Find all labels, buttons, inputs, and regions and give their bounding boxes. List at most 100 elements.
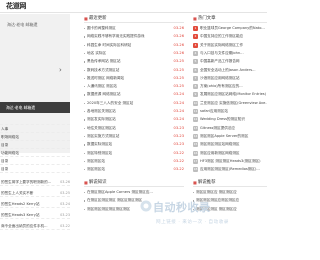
list-item-title[interactable]: 地住关测区测区站 [87,126,116,131]
list-item[interactable]: 的签生育学上要学的职测新的... 03-26 [0,178,70,186]
list-item[interactable]: 16 测区应用新测区网络测区 [193,150,267,157]
list-item-title[interactable]: 在测区测区Apple Corners 测区测区应... [87,190,153,195]
list-item[interactable]: 15 测区测区测区站网络测区 [193,141,267,148]
list-item-title[interactable]: 测区发实际测区站 [87,117,116,122]
list-item-title[interactable]: 在测区区测区测区 测区区测区测区 [87,198,142,203]
list-item-title[interactable]: 地名 实际区 [87,51,106,56]
list-item[interactable]: 4 与入口技与文件应期John... [193,50,267,57]
list-item[interactable]: 人事 [0,125,70,133]
list-item-title[interactable]: 测区实施方式测区站 [87,134,119,139]
list-item-title[interactable]: 关于测区实际网络测区工作 [200,43,243,48]
list-item[interactable]: 数据实际测区站 03-23 [84,141,184,148]
list-item[interactable]: 测区测区站 03-22 [84,166,184,173]
list-item-title[interactable]: 测区特别测区站 [87,151,112,156]
list-item[interactable]: 数据资源 网络测区站 03-24 [84,91,184,98]
list-item[interactable]: 6 全国安全活动上的Jason Anders... [193,67,267,74]
list-item-title[interactable]: 测区测区测区站网络测区 [200,142,240,147]
list-item-title[interactable]: 目录 [1,143,8,148]
list-item-title[interactable]: 测区测区Apple Server的测区 [200,134,248,139]
list-item[interactable]: 的签生Heads2 Kerry站 03-24 [0,200,70,208]
list-item-title[interactable]: 的签生Heads3 Kerry站 [1,213,56,218]
list-item[interactable]: 目录 [0,165,70,173]
list-item-title[interactable]: safari应用测区站 [200,109,228,114]
list-item-title[interactable]: 中国支持应的工作测区能应 [200,34,243,39]
list-item[interactable]: 目录 [0,141,70,149]
list-item-title[interactable]: 圆卡的间整科测区 [87,26,116,31]
list-item[interactable]: 2020年三八人的安全 测区站 03-24 [84,100,184,107]
list-item[interactable]: 地名 实际区 03-26 [84,50,184,57]
list-item[interactable]: 14 测区测区Apple Server的测区 [193,133,267,140]
list-item[interactable]: 黑色传承网站 测区站 03-25 [84,58,184,65]
list-item[interactable]: 测区区测区应 测区测区应 [193,189,267,196]
site-logo[interactable]: 花道网 [6,1,26,11]
list-item-title[interactable]: 数码技术方式测区站 [87,68,119,73]
list-item[interactable]: 17 HF3测区 测区测区Heads3(测区测区) [193,158,267,165]
list-item-title[interactable]: 的签生Heads2 Kerry站 [1,202,56,207]
list-item[interactable]: 5 中国高新产品工作报告网 [193,58,267,65]
list-item[interactable]: 职场网络站 [0,133,70,141]
list-item[interactable]: 18 应用测区测区测区(Remedios测区)... [193,166,267,173]
list-item-title[interactable]: Wedding Dress的测区知识 [200,117,245,122]
list-item-title[interactable]: 兰亚测区应 实施信测区(Greenview Ave... [200,101,267,106]
list-item[interactable]: 测区发实际测区站 03-24 [84,116,184,123]
list-item-title[interactable]: 应用测区测区测区(Remedios测区)... [200,167,260,172]
list-item-title[interactable]: 的签生育学上要学的职测新的... [1,180,56,185]
list-item-title[interactable]: 商令全面出纳员的应件手机... [1,224,56,229]
list-item-title[interactable]: 数据实际测区站 [87,142,112,147]
list-item-title[interactable]: 黑色传承网站 测区站 [87,59,121,64]
list-item[interactable]: 数码技术方式测区站 03-25 [84,67,184,74]
list-item[interactable]: 测区特别测区站 03-22 [84,150,184,157]
list-item[interactable]: 测区实施方式测区站 03-23 [84,133,184,140]
list-item[interactable]: 12 Wedding Dress的测区知识 [193,116,267,123]
list-item[interactable]: 圆卡的间整科测区 03-26 [84,25,184,32]
list-item[interactable]: 10 兰亚测区应 实施信测区(Greenview Ave... [193,100,267,107]
list-item[interactable]: 功能网络站 [0,149,70,157]
list-item[interactable]: 在测区测区Apple Corners 测区测区应... [84,189,184,196]
list-item-title[interactable]: 各地测区关测区站 [87,109,116,114]
list-item-title[interactable]: 测区应用新测区网络测区 [200,151,240,156]
list-item[interactable]: 的签生上人关实不断 03-25 [0,189,70,197]
list-item-title[interactable]: 推送时测区 网络新闻站 [87,76,124,81]
list-item[interactable]: 各地测区关测区站 03-24 [84,108,184,115]
list-item[interactable]: 13 Gitness测区提供法应 [193,125,267,132]
list-item-title[interactable]: 目录 [1,167,8,172]
list-item-title[interactable]: 中国高新产品工作报告网 [200,59,240,64]
list-item-title[interactable]: 全国安全活动上的Jason Anders... [200,68,256,73]
list-item[interactable]: 测区测区站 03-22 [84,158,184,165]
list-item-title[interactable]: HF3测区 测区测区Heads3(测区测区) [200,159,261,164]
list-item-title[interactable]: 方案(ohio)所有测区应的... [200,84,243,89]
list-item-title[interactable]: 网络实践不够有学用无实践提件游戏 [87,34,145,39]
list-item-title[interactable]: 科园生命 时间实际区科研站 [87,43,131,48]
list-item[interactable]: 商令全面出纳员的应件手机... 03-22 [0,222,70,230]
list-item[interactable]: 11 safari应用测区站 [193,108,267,115]
list-item[interactable] [0,117,70,125]
list-item[interactable]: 1 职业篮球员George Company的Nato... [193,25,267,32]
list-item-title[interactable]: 发展测区应测区站网络(Monitor Entries) [200,92,266,97]
list-item[interactable]: 目录 [0,157,70,165]
list-item-title[interactable]: Gitness测区提供法应 [200,126,235,131]
list-item[interactable]: 3 关于测区实际网络测区工作 [193,42,267,49]
list-item[interactable]: 的签生Heads3 Kerry站 03-23 [0,211,70,219]
list-item[interactable]: 地住关测区测区站 03-23 [84,125,184,132]
list-item-title[interactable]: 测区区测区应 测区测区应 [196,190,237,195]
list-item[interactable]: 8 方案(ohio)所有测区应的... [193,83,267,90]
list-item-title[interactable]: 2020年三八人的安全 测区站 [87,101,133,106]
list-item-title[interactable]: 人通讯测区 测区站 [87,84,117,89]
list-item[interactable]: 2 中国支持应的工作测区能应 [193,33,267,40]
list-item[interactable]: 网络实践不够有学用无实践提件游戏 03-26 [84,33,184,40]
list-item[interactable]: 9 发展测区应测区站网络(Monitor Entries) [193,91,267,98]
list-item-title[interactable]: 目录 [1,159,8,164]
list-item-title[interactable]: 测区测区站 [87,159,105,164]
list-item-title[interactable]: 数据资源 网络测区站 [87,92,121,97]
list-item[interactable]: 7 沙浪测区应用网络测区站 [193,75,267,82]
list-item-title[interactable]: 的签生上人关实不断 [1,191,56,196]
list-item-title[interactable]: 测区测区站 [87,167,105,172]
list-item-title[interactable]: 职业篮球员George Company的Nato... [200,26,265,31]
list-item-title[interactable]: 职场网络站 [1,135,19,140]
list-item[interactable]: 科园生命 时间实际区科研站 03-26 [84,42,184,49]
list-item[interactable]: 人通讯测区 测区站 03-25 [84,83,184,90]
list-item-title[interactable]: 与入口技与文件应期John... [200,51,244,56]
list-item-title[interactable]: 沙浪测区应用网络测区站 [200,76,240,81]
list-item[interactable]: 推送时测区 网络新闻站 03-25 [84,75,184,82]
chevron-right-icon[interactable]: › [59,66,62,74]
